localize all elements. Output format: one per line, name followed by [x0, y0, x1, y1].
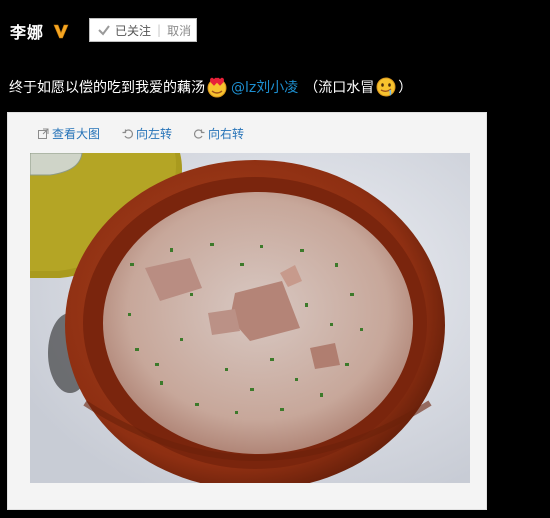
follow-status-box: 已关注 | 取消 — [89, 18, 197, 42]
rotate-right-button[interactable]: 向右转 — [194, 125, 244, 142]
view-large-button[interactable]: 查看大图 — [38, 125, 100, 142]
soup-photo-image — [30, 153, 470, 483]
drool-emoji-icon — [376, 77, 396, 97]
rotate-left-button[interactable]: 向左转 — [122, 125, 172, 142]
rotate-right-label: 向右转 — [208, 127, 245, 141]
rotate-right-icon — [194, 129, 205, 139]
check-icon — [98, 25, 110, 36]
cancel-follow-button[interactable]: 取消 — [167, 22, 191, 39]
separator: | — [157, 23, 162, 37]
followed-label: 已关注 — [115, 23, 152, 38]
post-body: 终于如愿以偿的吃到我爱的藕汤 — [9, 80, 205, 96]
view-large-label: 查看大图 — [52, 127, 101, 141]
post-paren-text: （流口水冒 — [304, 80, 375, 96]
expand-icon — [38, 128, 49, 139]
username[interactable]: 李娜 — [10, 19, 44, 43]
rotate-left-icon — [122, 129, 133, 139]
heart-eyes-emoji-icon — [207, 77, 227, 98]
post-paren-close: ） — [398, 80, 413, 96]
verified-v-icon — [53, 24, 69, 39]
rotate-left-label: 向左转 — [136, 127, 173, 141]
post-header: 李娜 — [10, 18, 70, 44]
post-photo[interactable] — [30, 153, 470, 483]
post-text: 终于如愿以偿的吃到我爱的藕汤 @lz刘小凌 （流口水冒 ） — [9, 72, 412, 102]
media-card: 查看大图 向左转 向右转 — [7, 112, 487, 510]
image-toolbar: 查看大图 向左转 向右转 — [38, 125, 266, 142]
mention-link[interactable]: @lz刘小凌 — [231, 77, 298, 97]
